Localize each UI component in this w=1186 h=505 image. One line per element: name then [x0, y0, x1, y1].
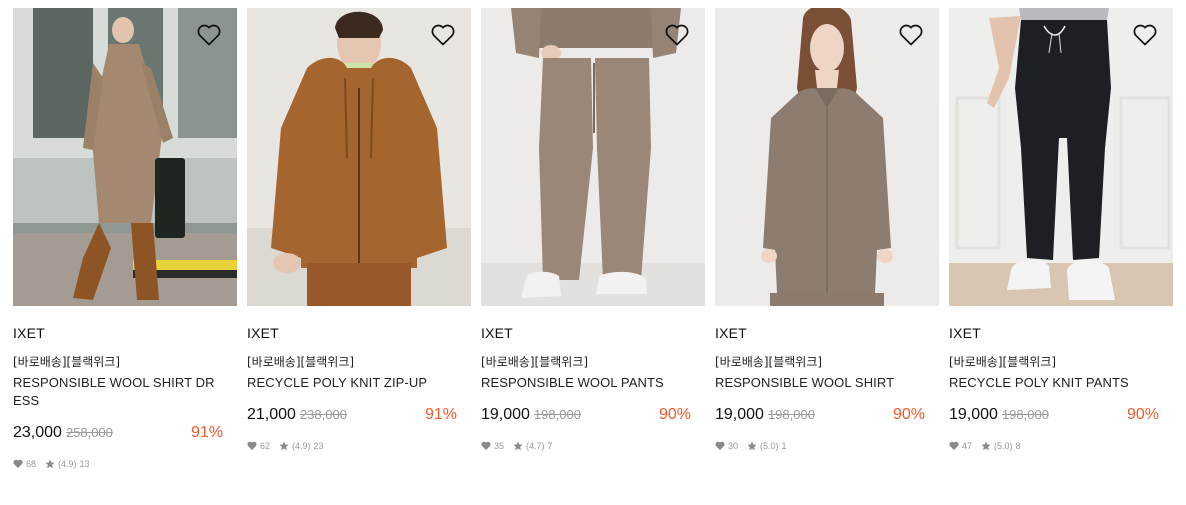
- discount-rate: 90%: [658, 406, 691, 423]
- product-image[interactable]: [949, 8, 1173, 306]
- brand-name[interactable]: IXET: [949, 325, 1173, 341]
- like-count: 68: [26, 459, 37, 469]
- wishlist-heart-icon[interactable]: [430, 22, 456, 48]
- price-row: 19,000 198,000 90%: [481, 406, 705, 426]
- discount-rate: 91%: [424, 406, 457, 423]
- promo-tag: [바로배송][블랙위크]: [949, 355, 1057, 369]
- review-count: 1: [781, 441, 787, 451]
- sale-price: 23,000: [13, 424, 62, 441]
- product-name[interactable]: RESPONSIBLE WOOL PANTS: [481, 374, 705, 392]
- review-count: 13: [79, 459, 90, 469]
- product-card[interactable]: IXET [바로배송][블랙위크] RECYCLE POLY KNIT PANT…: [949, 8, 1173, 470]
- product-grid: IXET [바로배송][블랙위크] RESPONSIBLE WOOL SHIRT…: [13, 8, 1173, 470]
- original-price: 198,000: [1001, 407, 1049, 422]
- discount-rate: 90%: [1126, 406, 1159, 423]
- heart-icon: [715, 441, 725, 451]
- sale-price: 19,000: [949, 406, 998, 423]
- product-card[interactable]: IXET [바로배송][블랙위크] RESPONSIBLE WOOL SHIRT…: [13, 8, 237, 470]
- promo-tag: [바로배송][블랙위크]: [13, 355, 121, 369]
- product-stats: 47 (5.0) 8: [949, 440, 1173, 452]
- review-count: 23: [313, 441, 324, 451]
- rating-score: (4.9): [58, 459, 77, 469]
- product-stats: 68 (4.9) 13: [13, 458, 237, 470]
- like-count: 35: [494, 441, 505, 451]
- star-icon: [45, 459, 55, 469]
- price-row: 23,000 258,000 91%: [13, 424, 237, 444]
- sale-price: 21,000: [247, 406, 296, 423]
- product-image[interactable]: [481, 8, 705, 306]
- product-card[interactable]: IXET [바로배송][블랙위크] RECYCLE POLY KNIT ZIP-…: [247, 8, 471, 470]
- product-stats: 35 (4.7) 7: [481, 440, 705, 452]
- product-name[interactable]: RESPONSIBLE WOOL SHIRT: [715, 374, 939, 392]
- product-name[interactable]: RECYCLE POLY KNIT ZIP-UP: [247, 374, 471, 392]
- discount-rate: 90%: [892, 406, 925, 423]
- like-count: 62: [260, 441, 271, 451]
- product-name[interactable]: RECYCLE POLY KNIT PANTS: [949, 374, 1173, 392]
- wishlist-heart-icon[interactable]: [1132, 22, 1158, 48]
- star-icon: [747, 441, 757, 451]
- promo-tag: [바로배송][블랙위크]: [247, 355, 355, 369]
- sale-price: 19,000: [715, 406, 764, 423]
- review-count: 8: [1015, 441, 1021, 451]
- rating-score: (4.7): [526, 441, 545, 451]
- star-icon: [981, 441, 991, 451]
- rating-score: (5.0): [760, 441, 779, 451]
- discount-rate: 91%: [190, 424, 223, 441]
- heart-icon: [247, 441, 257, 451]
- original-price: 238,000: [299, 407, 347, 422]
- brand-name[interactable]: IXET: [247, 325, 471, 341]
- heart-icon: [949, 441, 959, 451]
- original-price: 198,000: [767, 407, 815, 422]
- product-stats: 62 (4.9) 23: [247, 440, 471, 452]
- product-image[interactable]: [715, 8, 939, 306]
- rating-score: (4.9): [292, 441, 311, 451]
- like-count: 30: [728, 441, 739, 451]
- wishlist-heart-icon[interactable]: [196, 22, 222, 48]
- brand-name[interactable]: IXET: [481, 325, 705, 341]
- rating-score: (5.0): [994, 441, 1013, 451]
- like-count: 47: [962, 441, 973, 451]
- product-image[interactable]: [13, 8, 237, 306]
- original-price: 198,000: [533, 407, 581, 422]
- star-icon: [279, 441, 289, 451]
- wishlist-heart-icon[interactable]: [664, 22, 690, 48]
- product-card[interactable]: IXET [바로배송][블랙위크] RESPONSIBLE WOOL PANTS…: [481, 8, 705, 470]
- wishlist-heart-icon[interactable]: [898, 22, 924, 48]
- product-stats: 30 (5.0) 1: [715, 440, 939, 452]
- price-row: 21,000 238,000 91%: [247, 406, 471, 426]
- price-row: 19,000 198,000 90%: [715, 406, 939, 426]
- product-name[interactable]: RESPONSIBLE WOOL SHIRT DRESS: [13, 374, 237, 410]
- star-icon: [513, 441, 523, 451]
- heart-icon: [13, 459, 23, 469]
- promo-tag: [바로배송][블랙위크]: [715, 355, 823, 369]
- review-count: 7: [547, 441, 553, 451]
- heart-icon: [481, 441, 491, 451]
- product-card[interactable]: IXET [바로배송][블랙위크] RESPONSIBLE WOOL SHIRT…: [715, 8, 939, 470]
- product-image[interactable]: [247, 8, 471, 306]
- price-row: 19,000 198,000 90%: [949, 406, 1173, 426]
- sale-price: 19,000: [481, 406, 530, 423]
- promo-tag: [바로배송][블랙위크]: [481, 355, 589, 369]
- brand-name[interactable]: IXET: [13, 325, 237, 341]
- original-price: 258,000: [65, 425, 113, 440]
- brand-name[interactable]: IXET: [715, 325, 939, 341]
